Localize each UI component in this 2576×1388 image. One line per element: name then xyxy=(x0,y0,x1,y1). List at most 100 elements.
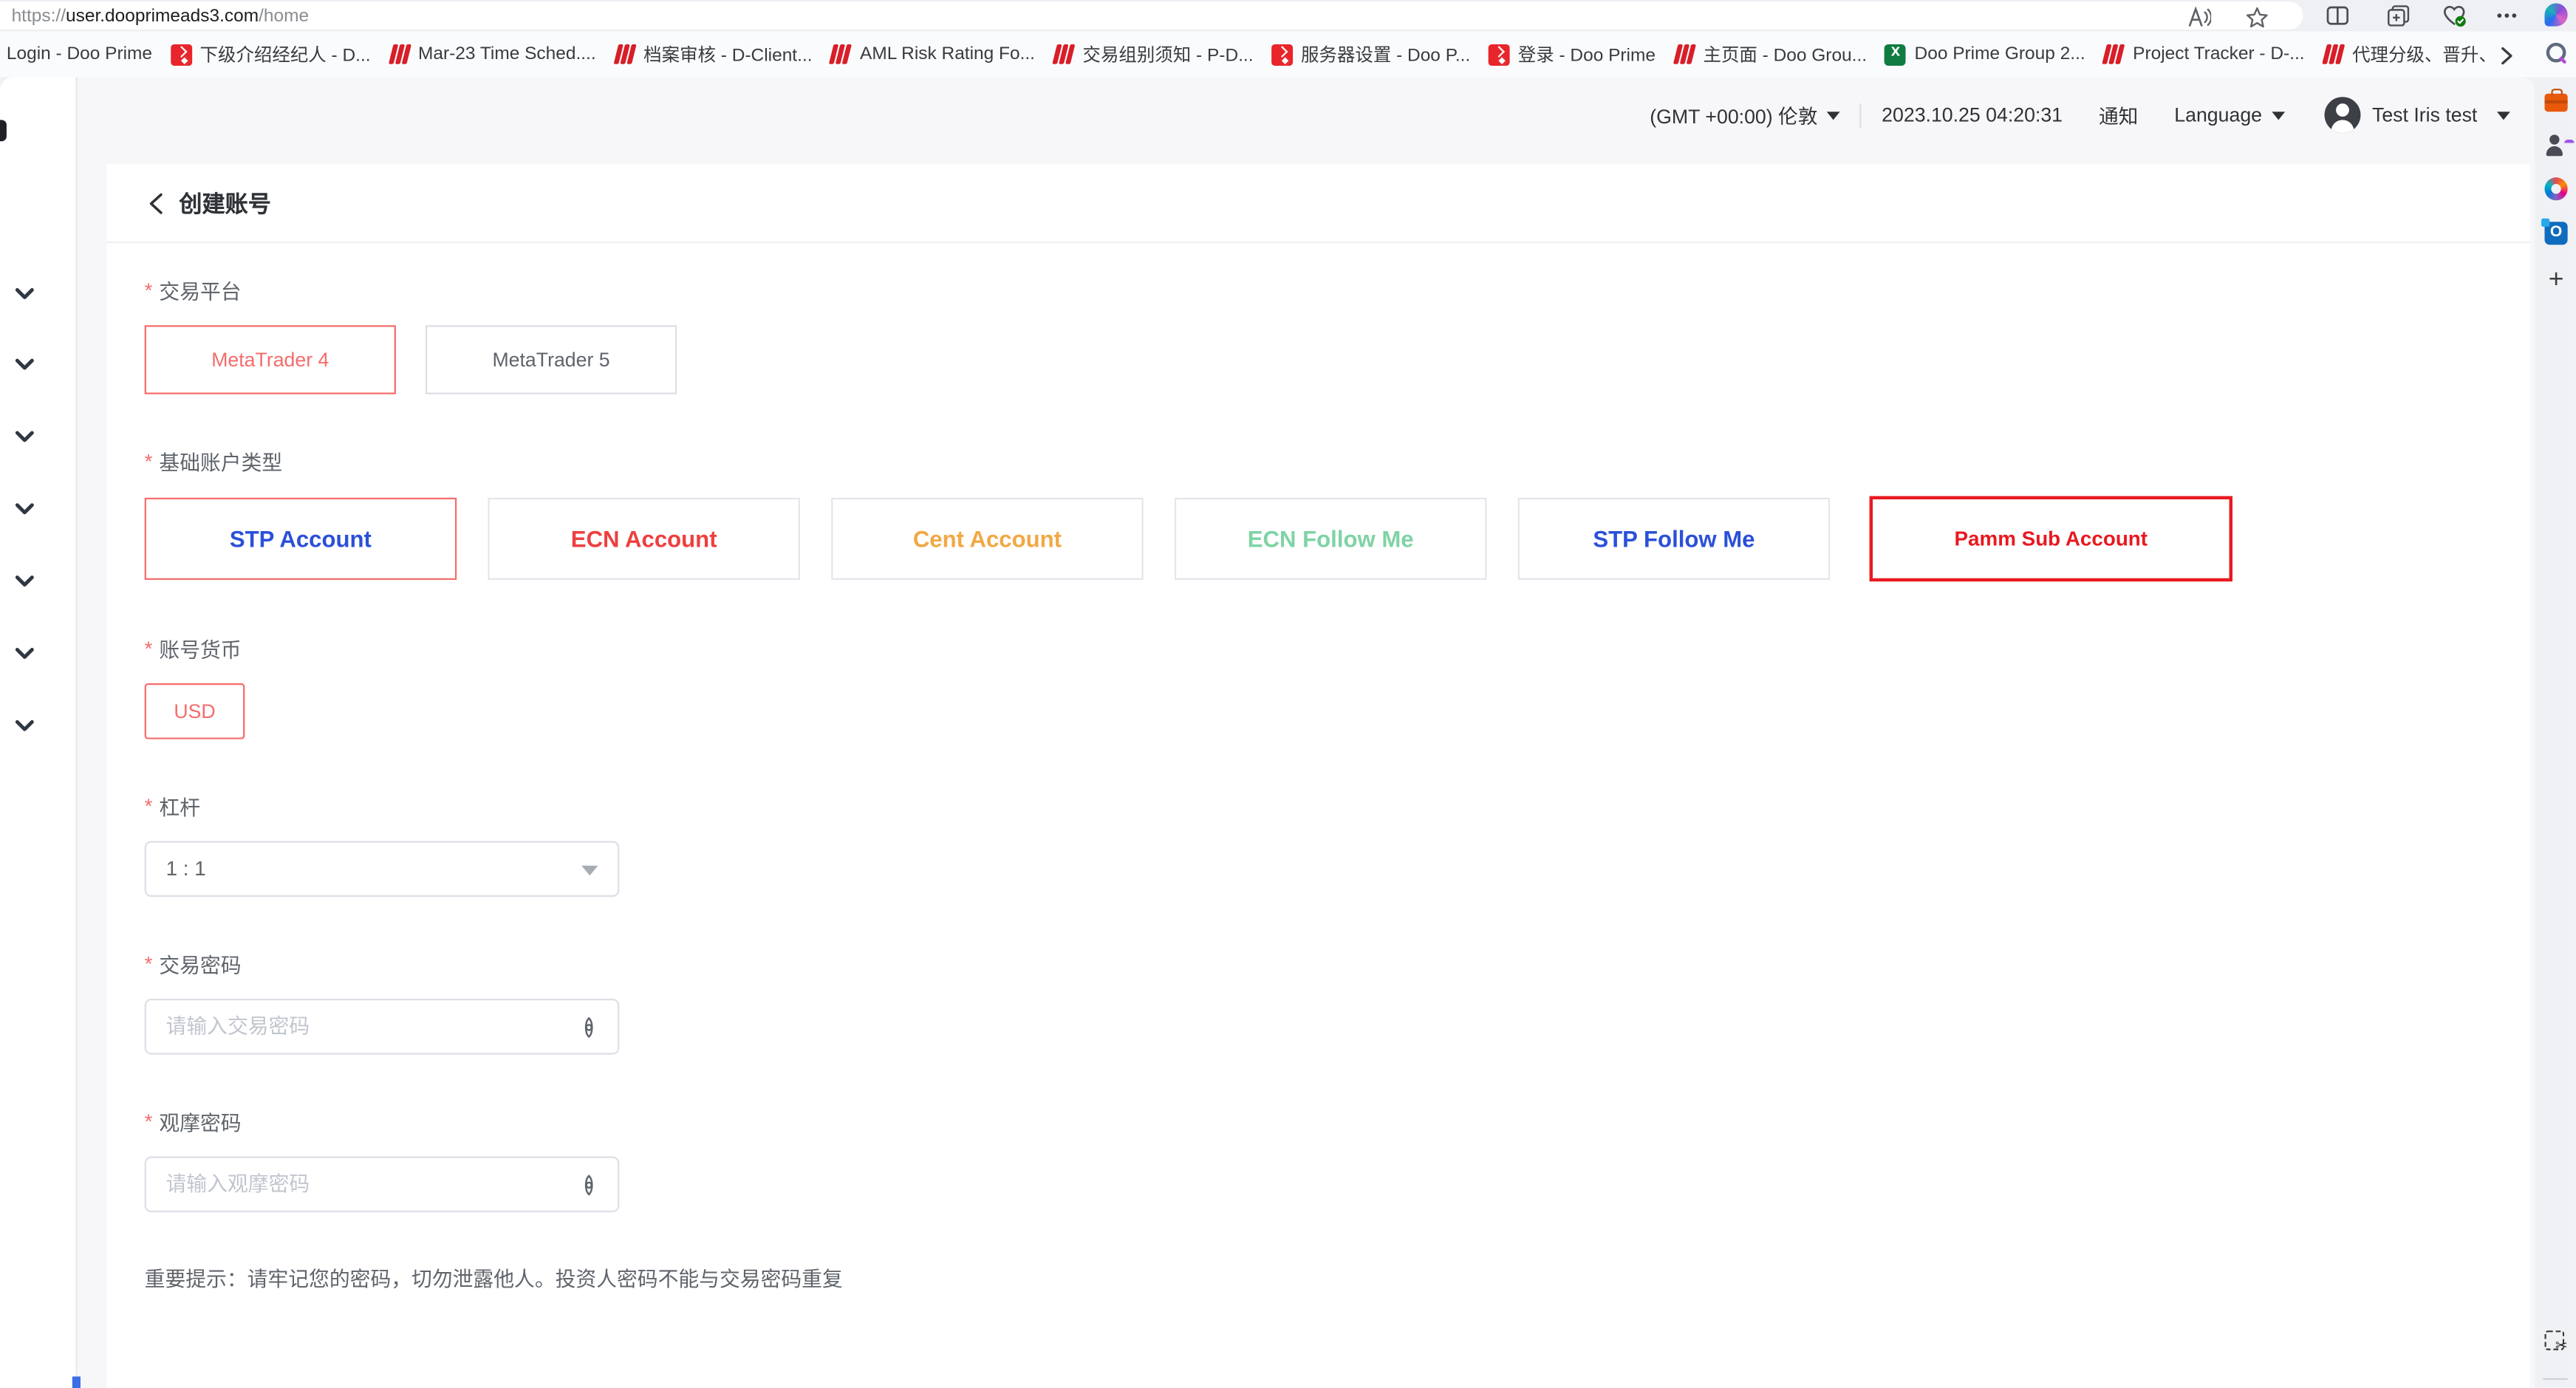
bookmark-item[interactable]: 服务器设置 - Doo P... xyxy=(1271,41,1470,68)
chevron-down-icon xyxy=(1828,111,1841,119)
page-title: 创建账号 xyxy=(179,186,271,219)
web-content: (GMT +00:00) 伦敦 2023.10.25 04:20:31 通知 L… xyxy=(0,78,2535,1388)
bookmark-item[interactable]: Project Tracker - D-... xyxy=(2103,44,2304,65)
language-selector[interactable]: Language xyxy=(2174,103,2285,126)
chevron-down-icon xyxy=(581,866,598,875)
back-icon[interactable] xyxy=(148,191,164,214)
bookmark-item[interactable]: 登录 - Doo Prime xyxy=(1489,41,1656,68)
screen: https://user.dooprimeads3.com/home Login… xyxy=(0,0,2576,1388)
bookmark-item[interactable]: Mar-23 Time Sched.... xyxy=(389,44,596,65)
doo-prime-favicon xyxy=(171,44,192,65)
platform-section: *交易平台 MetaTrader 4 MetaTrader 5 xyxy=(145,276,2530,394)
microsoft365-icon[interactable] xyxy=(2545,177,2568,200)
url-host: user.dooprimeads3.com xyxy=(66,7,259,27)
sidebar-group-chevron-icon[interactable] xyxy=(15,494,35,507)
docs-favicon xyxy=(389,44,410,65)
sidebar-group-chevron-icon[interactable] xyxy=(15,711,35,725)
bookmark-label: 下级介绍经纪人 - D... xyxy=(200,41,371,68)
bookmarks-overflow-icon[interactable] xyxy=(2500,44,2513,74)
bookmark-item[interactable]: 主页面 - Doo Grou... xyxy=(1673,41,1867,68)
browser-essentials-icon[interactable] xyxy=(2443,5,2466,27)
settings-more-icon[interactable] xyxy=(2495,5,2518,27)
user-menu-chevron-icon[interactable] xyxy=(2497,111,2510,119)
account-type-option-stp-follow-me[interactable]: STP Follow Me xyxy=(1518,498,1831,580)
leverage-value: 1 : 1 xyxy=(166,858,206,881)
bookmark-item[interactable]: 交易组别须知 - P-D... xyxy=(1053,41,1253,68)
collections-icon[interactable] xyxy=(2387,5,2410,27)
bookmark-item[interactable]: 代理分级、晋升、... xyxy=(2323,41,2490,68)
briefcase-icon[interactable] xyxy=(2545,94,2568,112)
sidebar-group-chevron-icon[interactable] xyxy=(15,422,35,435)
docs-favicon xyxy=(830,44,852,65)
bookmark-label: 登录 - Doo Prime xyxy=(1518,41,1656,68)
url[interactable]: https://user.dooprimeads3.com/home xyxy=(12,7,310,27)
account-type-option-cent-account[interactable]: Cent Account xyxy=(831,498,1144,580)
bookmark-item[interactable]: Doo Prime Group 2... xyxy=(1885,44,2085,65)
sidebar-search-icon[interactable] xyxy=(2545,41,2568,64)
view-password-label: 观摩密码 xyxy=(159,1106,241,1137)
doo-prime-favicon xyxy=(1489,44,1510,65)
sidebar-group-chevron-icon[interactable] xyxy=(15,639,35,652)
sidebar-group-chevron-icon[interactable] xyxy=(15,567,35,580)
leverage-select[interactable]: 1 : 1 xyxy=(145,841,620,898)
doo-prime-favicon xyxy=(1271,44,1293,65)
account-type-option-stp-account[interactable]: STP Account xyxy=(145,498,457,580)
chevron-down-icon xyxy=(2272,111,2285,119)
bookmark-item[interactable]: Login - Doo Prime xyxy=(7,44,152,64)
bookmark-label: Mar-23 Time Sched.... xyxy=(418,44,596,64)
password-visibility-icon[interactable] xyxy=(577,1172,601,1197)
account-type-section: *基础账户类型 STP AccountECN AccountCent Accou… xyxy=(145,447,2530,581)
view-password-input[interactable] xyxy=(166,1158,577,1211)
currency-option-usd[interactable]: USD xyxy=(145,683,245,739)
avatar[interactable] xyxy=(2325,97,2361,133)
leverage-section: *杠杆 1 : 1 xyxy=(145,792,2530,897)
currency-label: 账号货币 xyxy=(159,632,241,663)
password-visibility-icon[interactable] xyxy=(577,1014,601,1039)
platform-option-mt4[interactable]: MetaTrader 4 xyxy=(145,325,396,394)
notifications-link[interactable]: 通知 xyxy=(2099,101,2138,129)
sidebar-bottom-accent xyxy=(72,1376,81,1388)
sidebar-group-chevron-icon[interactable] xyxy=(15,350,35,363)
address-bar[interactable]: https://user.dooprimeads3.com/home xyxy=(0,1,2303,30)
platform-label: 交易平台 xyxy=(159,274,241,305)
account-type-option-ecn-account[interactable]: ECN Account xyxy=(488,498,800,580)
url-path: /home xyxy=(259,7,309,27)
bookmark-label: Doo Prime Group 2... xyxy=(1915,44,2085,64)
timezone-label: (GMT +00:00) 伦敦 xyxy=(1650,101,1817,129)
read-aloud-icon[interactable] xyxy=(2188,7,2211,28)
bookmark-label: Project Tracker - D-... xyxy=(2133,44,2304,64)
trade-password-section: *交易密码 xyxy=(145,949,2530,1054)
bookmark-item[interactable]: 下级介绍经纪人 - D... xyxy=(171,41,371,68)
screenshot-snip-icon[interactable] xyxy=(2545,1330,2565,1350)
trade-password-label: 交易密码 xyxy=(159,948,241,979)
account-type-option-pamm-sub-account[interactable]: Pamm Sub Account xyxy=(1870,496,2232,582)
copilot-icon[interactable] xyxy=(2545,3,2568,26)
add-sidebar-item-icon[interactable]: + xyxy=(2545,270,2568,293)
bookmark-item[interactable]: 档案审核 - D-Client... xyxy=(614,41,812,68)
bookmark-label: Login - Doo Prime xyxy=(7,44,152,64)
trade-password-input[interactable] xyxy=(166,1000,577,1053)
platform-option-mt5[interactable]: MetaTrader 5 xyxy=(426,325,677,394)
trade-password-field xyxy=(145,999,620,1055)
edge-sidebar-rail: + xyxy=(2535,0,2576,1388)
url-scheme: https:// xyxy=(12,7,66,27)
app-sidebar xyxy=(0,78,78,1388)
header-divider xyxy=(1860,103,1862,127)
view-password-field xyxy=(145,1156,620,1212)
password-warning-text: 重要提示：请牢记您的密码，切勿泄露他人。投资人密码不能与交易密码重复 xyxy=(145,1262,2530,1293)
rail-divider xyxy=(2543,1378,2567,1380)
bookmark-label: 服务器设置 - Doo P... xyxy=(1301,41,1470,68)
bookmark-label: 代理分级、晋升、... xyxy=(2352,41,2490,68)
bookmarks-bar: Login - Doo Prime 下级介绍经纪人 - D... Mar-23 Ti… xyxy=(0,31,2576,78)
timezone-selector[interactable]: (GMT +00:00) 伦敦 xyxy=(1650,101,1840,129)
account-type-label: 基础账户类型 xyxy=(159,445,282,476)
card-title-row: 创建账号 xyxy=(107,164,2530,243)
excel-favicon xyxy=(1885,44,1907,65)
outlook-icon[interactable] xyxy=(2545,222,2568,245)
sidebar-group-chevron-icon[interactable] xyxy=(15,279,35,293)
account-type-option-ecn-follow-me[interactable]: ECN Follow Me xyxy=(1175,498,1487,580)
people-icon[interactable] xyxy=(2545,134,2568,157)
favorite-star-icon[interactable] xyxy=(2246,7,2269,28)
split-screen-icon[interactable] xyxy=(2326,5,2349,27)
bookmark-item[interactable]: AML Risk Rating Fo... xyxy=(830,44,1035,65)
